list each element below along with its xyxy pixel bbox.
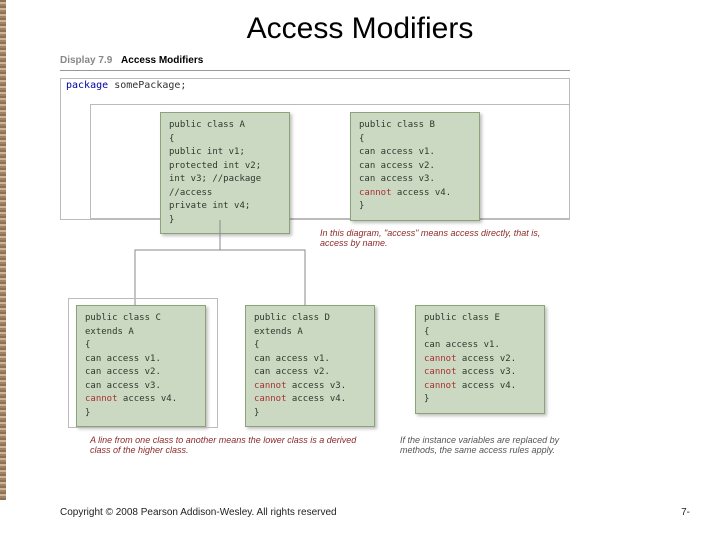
code-line: } <box>169 214 281 228</box>
copyright-text: Copyright © 2008 Pearson Addison-Wesley.… <box>60 507 337 518</box>
code-line: can access v1. <box>254 353 366 367</box>
code-line: { <box>169 133 281 147</box>
code-line: cannot access v3. <box>424 366 536 380</box>
code-line: cannot access v4. <box>424 380 536 394</box>
code-line: public class E <box>424 312 536 326</box>
caption-diagram-meaning: In this diagram, "access" means access d… <box>320 228 550 248</box>
code-line: can access v1. <box>359 146 471 160</box>
display-heading: Display 7.9 Access Modifiers <box>60 55 203 66</box>
code-line: cannot access v4. <box>359 187 471 201</box>
slide-title: Access Modifiers <box>0 12 720 46</box>
code-line: can access v3. <box>359 173 471 187</box>
code-line: public class B <box>359 119 471 133</box>
page-number: 7- <box>681 507 690 518</box>
code-line: { <box>424 326 536 340</box>
code-line: public int v1; <box>169 146 281 160</box>
code-line: //access <box>169 187 281 201</box>
package-keyword: package <box>66 80 108 91</box>
class-a-box: public class A { public int v1; protecte… <box>160 112 290 234</box>
package-declaration: package somePackage; <box>66 80 186 91</box>
code-line: protected int v2; <box>169 160 281 174</box>
code-line: can access v2. <box>254 366 366 380</box>
display-number: Display 7.9 <box>60 55 112 66</box>
code-line: { <box>254 339 366 353</box>
code-line: } <box>424 393 536 407</box>
code-line: cannot access v3. <box>254 380 366 394</box>
class-b-box: public class B { can access v1. can acce… <box>350 112 480 221</box>
class-e-box: public class E { can access v1. cannot a… <box>415 305 545 414</box>
package-name: somePackage; <box>114 80 186 91</box>
caption-inheritance-line: A line from one class to another means t… <box>90 435 370 455</box>
code-line: public class D <box>254 312 366 326</box>
code-line: public class A <box>169 119 281 133</box>
divider-line <box>60 70 570 71</box>
class-c-package-box <box>68 298 218 428</box>
code-line: can access v1. <box>424 339 536 353</box>
code-line: cannot access v2. <box>424 353 536 367</box>
code-line: extends A <box>254 326 366 340</box>
caption-methods-note: If the instance variables are replaced b… <box>400 435 580 455</box>
code-line: int v3; //package <box>169 173 281 187</box>
code-line: can access v2. <box>359 160 471 174</box>
left-decoration-stripe <box>0 0 6 500</box>
code-line: { <box>359 133 471 147</box>
code-line: cannot access v4. <box>254 393 366 407</box>
code-line: private int v4; <box>169 200 281 214</box>
code-line: } <box>359 200 471 214</box>
code-line: } <box>254 407 366 421</box>
display-name: Access Modifiers <box>121 55 203 66</box>
class-d-box: public class D extends A { can access v1… <box>245 305 375 427</box>
